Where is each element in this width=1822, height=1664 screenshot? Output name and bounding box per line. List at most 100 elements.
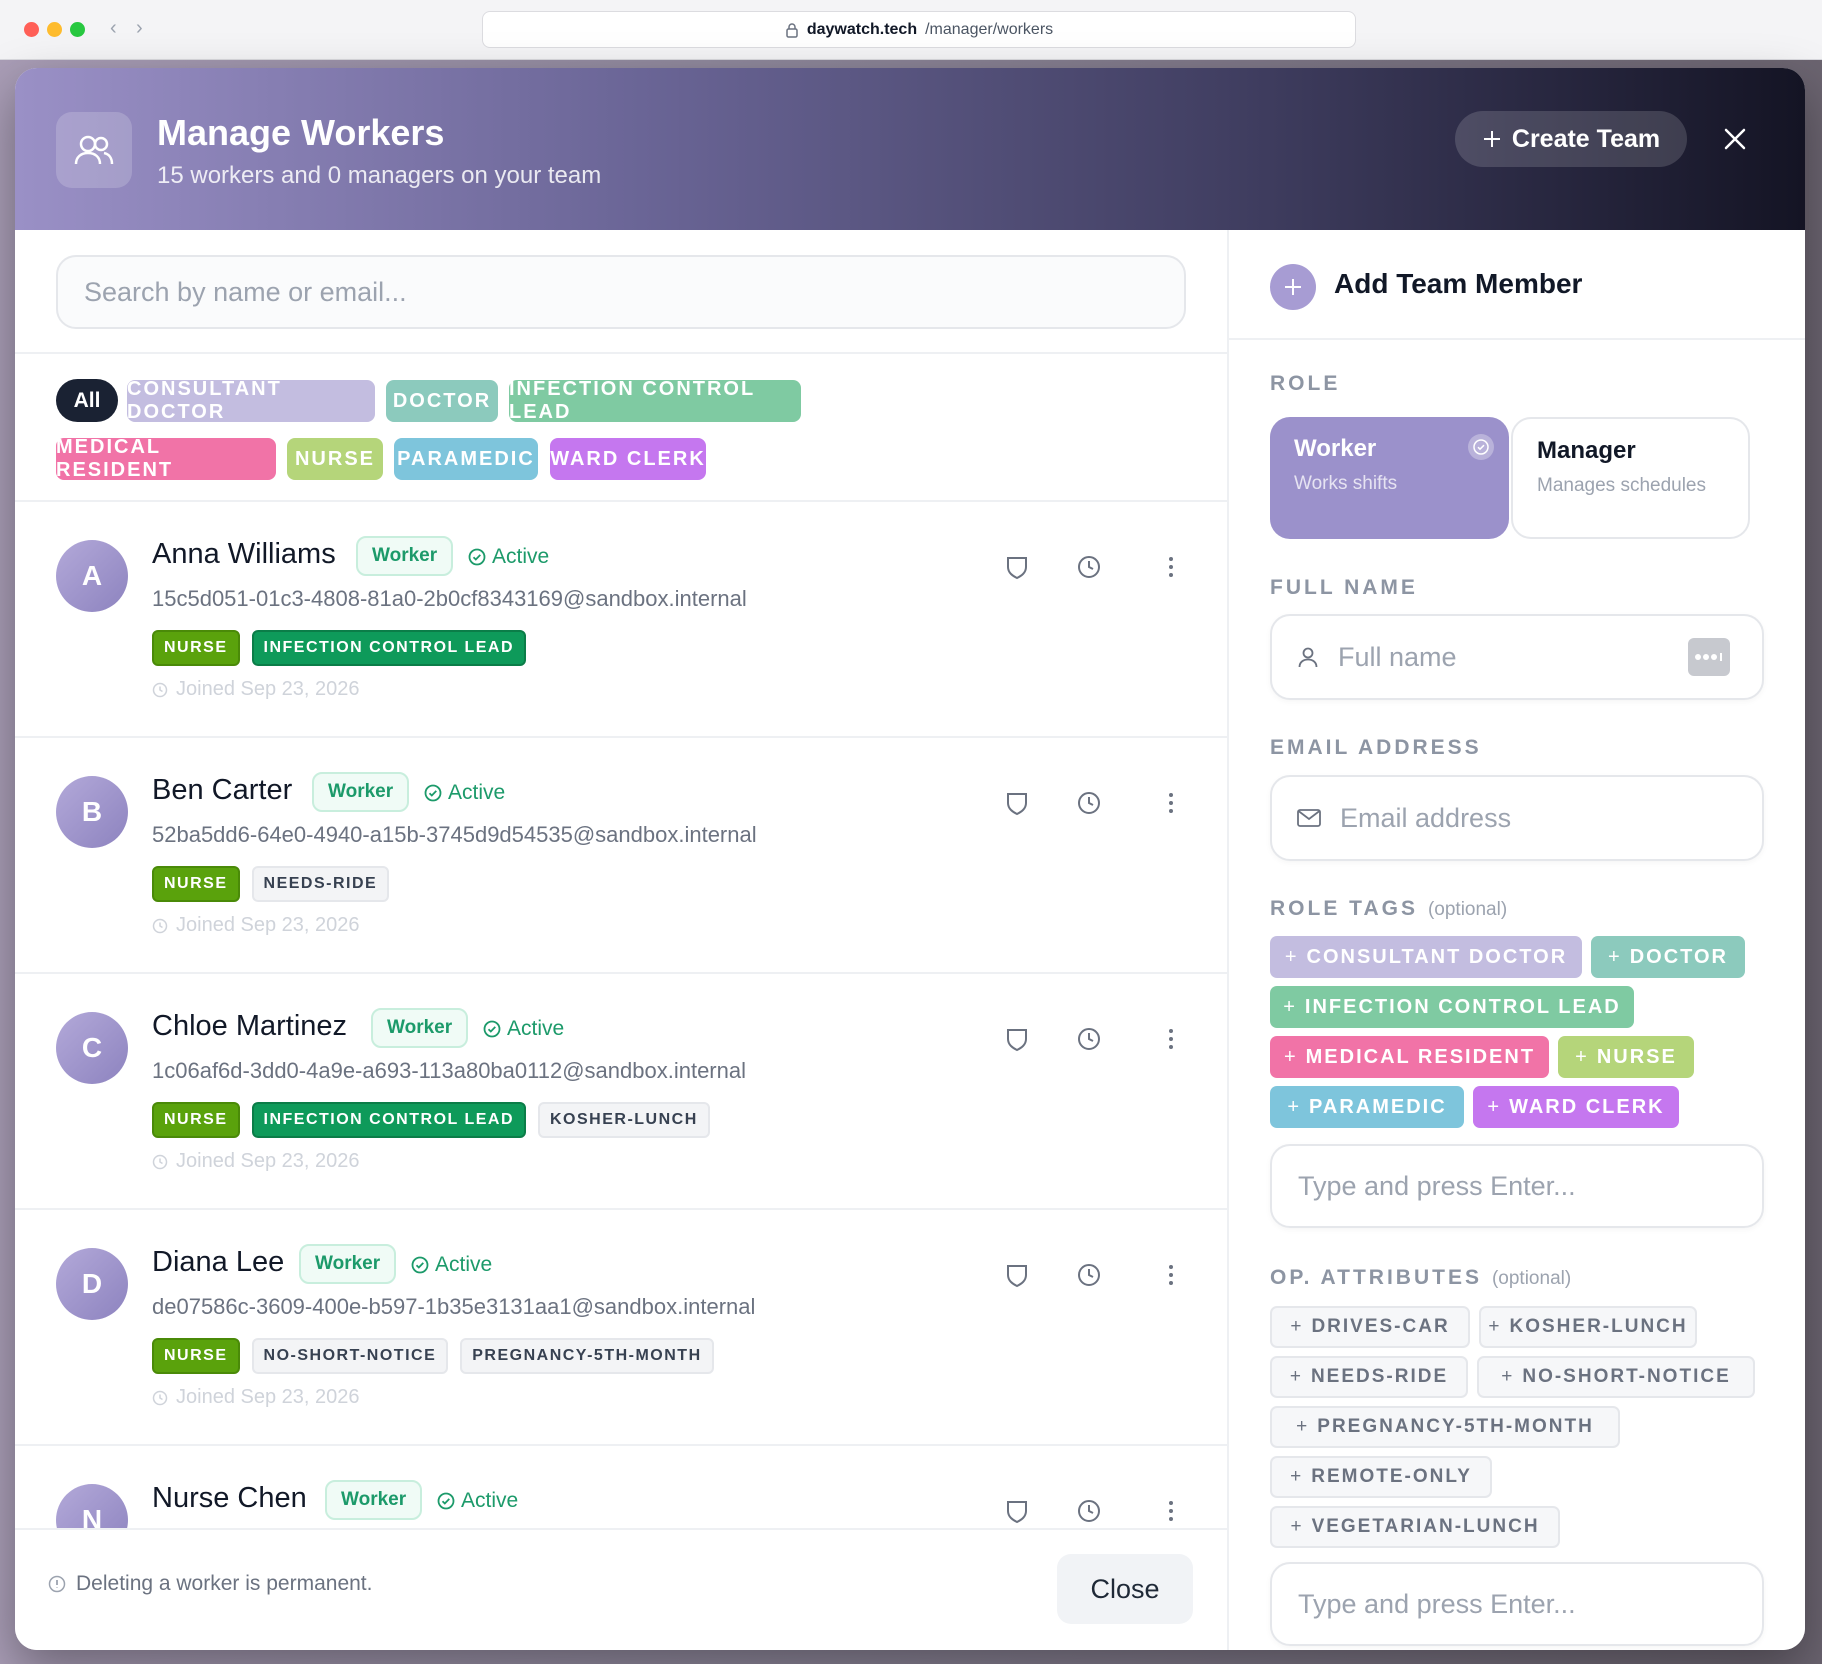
role-option-manager[interactable]: Manager Manages schedules (1511, 417, 1750, 539)
window-close-dot[interactable] (24, 22, 39, 37)
role-tags-input[interactable]: Type and press Enter... (1270, 1144, 1764, 1228)
filter-all[interactable]: All (56, 379, 118, 422)
add-tag-paramedic[interactable]: + PARAMEDIC (1270, 1086, 1464, 1128)
forward-arrow-icon[interactable]: › (136, 18, 143, 38)
window-minimize-dot[interactable] (47, 22, 62, 37)
more-vertical-icon[interactable] (1158, 554, 1184, 580)
add-attr-vegetarian-lunch[interactable]: + VEGETARIAN-LUNCH (1270, 1506, 1560, 1548)
joined-date: Joined Sep 23, 2026 (152, 678, 360, 701)
tag-label: INFECTION CONTROL LEAD (1304, 995, 1621, 1018)
clock-icon[interactable] (1076, 1026, 1102, 1052)
shield-icon[interactable] (1004, 554, 1030, 580)
add-attr-no-short-notice[interactable]: + NO-SHORT-NOTICE (1477, 1356, 1755, 1398)
password-manager-icon[interactable] (1688, 638, 1730, 676)
more-vertical-icon[interactable] (1158, 1498, 1184, 1524)
create-team-button[interactable]: Create Team (1455, 111, 1687, 167)
status-active: Active (468, 540, 549, 574)
shield-icon[interactable] (1004, 790, 1030, 816)
worker-row[interactable]: D Diana Lee Worker Active de07586c-3609-… (15, 1210, 1227, 1446)
add-attr-pregnancy-5th-month[interactable]: + PREGNANCY-5TH-MONTH (1270, 1406, 1620, 1448)
filter-consultant-doctor[interactable]: CONSULTANT DOCTOR (127, 378, 375, 423)
joined-label: Joined Sep 23, 2026 (176, 1150, 360, 1172)
joined-date: Joined Sep 23, 2026 (152, 1150, 360, 1173)
add-attr-remote-only[interactable]: + REMOTE-ONLY (1270, 1456, 1492, 1498)
attr-label: DRIVES-CAR (1311, 1316, 1450, 1337)
worker-name: Nurse Chen (152, 1482, 307, 1514)
clock-icon[interactable] (1076, 1498, 1102, 1524)
back-arrow-icon[interactable]: ‹ (110, 18, 117, 38)
status-active: Active (483, 1012, 564, 1046)
filter-paramedic[interactable]: PARAMEDIC (394, 438, 538, 480)
worker-tags: NURSE NEEDS-RIDE (152, 866, 390, 902)
modal-footer: Deleting a worker is permanent. Close (15, 1528, 1227, 1650)
tag-nurse: NURSE (152, 630, 240, 666)
email-label: EMAIL ADDRESS (1270, 736, 1482, 759)
more-vertical-icon[interactable] (1158, 790, 1184, 816)
worker-row[interactable]: N Nurse Chen Worker Active (15, 1446, 1227, 1528)
filter-ward-clerk[interactable]: WARD CLERK (550, 438, 706, 480)
role-badge: Worker (356, 536, 454, 576)
plus-icon: + (1284, 945, 1299, 968)
add-member-panel: Add Team Member ROLE Worker Works shifts… (1227, 230, 1805, 1650)
status-label: Active (461, 1489, 519, 1512)
manage-workers-modal: Manage Workers 15 workers and 0 managers… (15, 68, 1805, 1650)
op-attributes-input-placeholder: Type and press Enter... (1298, 1588, 1576, 1619)
shield-icon[interactable] (1004, 1498, 1030, 1524)
close-button[interactable]: Close (1057, 1554, 1193, 1624)
page-subtitle: 15 workers and 0 managers on your team (157, 162, 602, 189)
address-bar[interactable]: daywatch.tech /manager/workers (482, 11, 1356, 48)
filter-medical-resident[interactable]: MEDICAL RESIDENT (56, 436, 276, 481)
add-tag-nurse[interactable]: + NURSE (1558, 1036, 1694, 1078)
add-attr-drives-car[interactable]: + DRIVES-CAR (1270, 1306, 1470, 1348)
shield-icon[interactable] (1004, 1262, 1030, 1288)
filter-nurse[interactable]: NURSE (287, 438, 383, 480)
worker-row[interactable]: C Chloe Martinez Worker Active 1c06af6d-… (15, 974, 1227, 1210)
workers-list: A Anna Williams Worker Active 15c5d051-0… (15, 502, 1227, 1528)
worker-row[interactable]: B Ben Carter Worker Active 52ba5dd6-64e0… (15, 738, 1227, 974)
clock-icon[interactable] (1076, 790, 1102, 816)
window-zoom-dot[interactable] (70, 22, 85, 37)
add-tag-medical-resident[interactable]: + MEDICAL RESIDENT (1270, 1036, 1549, 1078)
clock-icon[interactable] (1076, 1262, 1102, 1288)
tag-kosher-lunch: KOSHER-LUNCH (538, 1102, 710, 1138)
add-tag-ward-clerk[interactable]: + WARD CLERK (1473, 1086, 1679, 1128)
worker-tags: NURSE NO-SHORT-NOTICE PREGNANCY-5TH-MONT… (152, 1338, 714, 1374)
search-input[interactable]: Search by name or email... (56, 255, 1186, 329)
more-vertical-icon[interactable] (1158, 1262, 1184, 1288)
role-option-worker[interactable]: Worker Works shifts (1270, 417, 1509, 539)
add-attr-needs-ride[interactable]: + NEEDS-RIDE (1270, 1356, 1468, 1398)
op-attributes-input[interactable]: Type and press Enter... (1270, 1562, 1764, 1646)
delete-warning-text: Deleting a worker is permanent. (76, 1572, 373, 1595)
worker-tags: NURSE INFECTION CONTROL LEAD KOSHER-LUNC… (152, 1102, 710, 1138)
add-tag-doctor[interactable]: + DOCTOR (1591, 936, 1745, 978)
status-active: Active (437, 1484, 518, 1518)
email-field[interactable]: Email address (1270, 775, 1764, 861)
filter-infection-control-lead[interactable]: INFECTION CONTROL LEAD (509, 378, 801, 423)
full-name-placeholder: Full name (1338, 641, 1457, 672)
close-icon[interactable] (1718, 122, 1752, 156)
role-option-desc: Works shifts (1294, 473, 1398, 494)
status-active: Active (424, 776, 505, 810)
tag-nurse: NURSE (152, 866, 240, 902)
full-name-field[interactable]: Full name (1270, 614, 1764, 700)
joined-label: Joined Sep 23, 2026 (176, 678, 360, 700)
status-label: Active (448, 781, 506, 804)
tag-label: DOCTOR (1629, 945, 1728, 968)
clock-icon[interactable] (1076, 554, 1102, 580)
add-tag-consultant-doctor[interactable]: + CONSULTANT DOCTOR (1270, 936, 1582, 978)
add-attr-kosher-lunch[interactable]: + KOSHER-LUNCH (1479, 1306, 1697, 1348)
role-label: ROLE (1270, 372, 1341, 395)
role-badge: Worker (371, 1008, 469, 1048)
worker-email: 15c5d051-01c3-4808-81a0-2b0cf8343169@san… (152, 586, 747, 611)
add-tag-infection-control-lead[interactable]: + INFECTION CONTROL LEAD (1270, 986, 1634, 1028)
filter-doctor[interactable]: DOCTOR (386, 380, 498, 422)
optional-label: (optional) (1427, 899, 1508, 920)
check-circle-icon (437, 1492, 455, 1510)
plus-icon: + (1608, 945, 1622, 968)
op-attributes-label: OP. ATTRIBUTES (optional) (1270, 1266, 1571, 1290)
full-name-label: FULL NAME (1270, 576, 1418, 599)
shield-icon[interactable] (1004, 1026, 1030, 1052)
more-vertical-icon[interactable] (1158, 1026, 1184, 1052)
worker-row[interactable]: A Anna Williams Worker Active 15c5d051-0… (15, 502, 1227, 738)
joined-label: Joined Sep 23, 2026 (176, 1386, 360, 1408)
